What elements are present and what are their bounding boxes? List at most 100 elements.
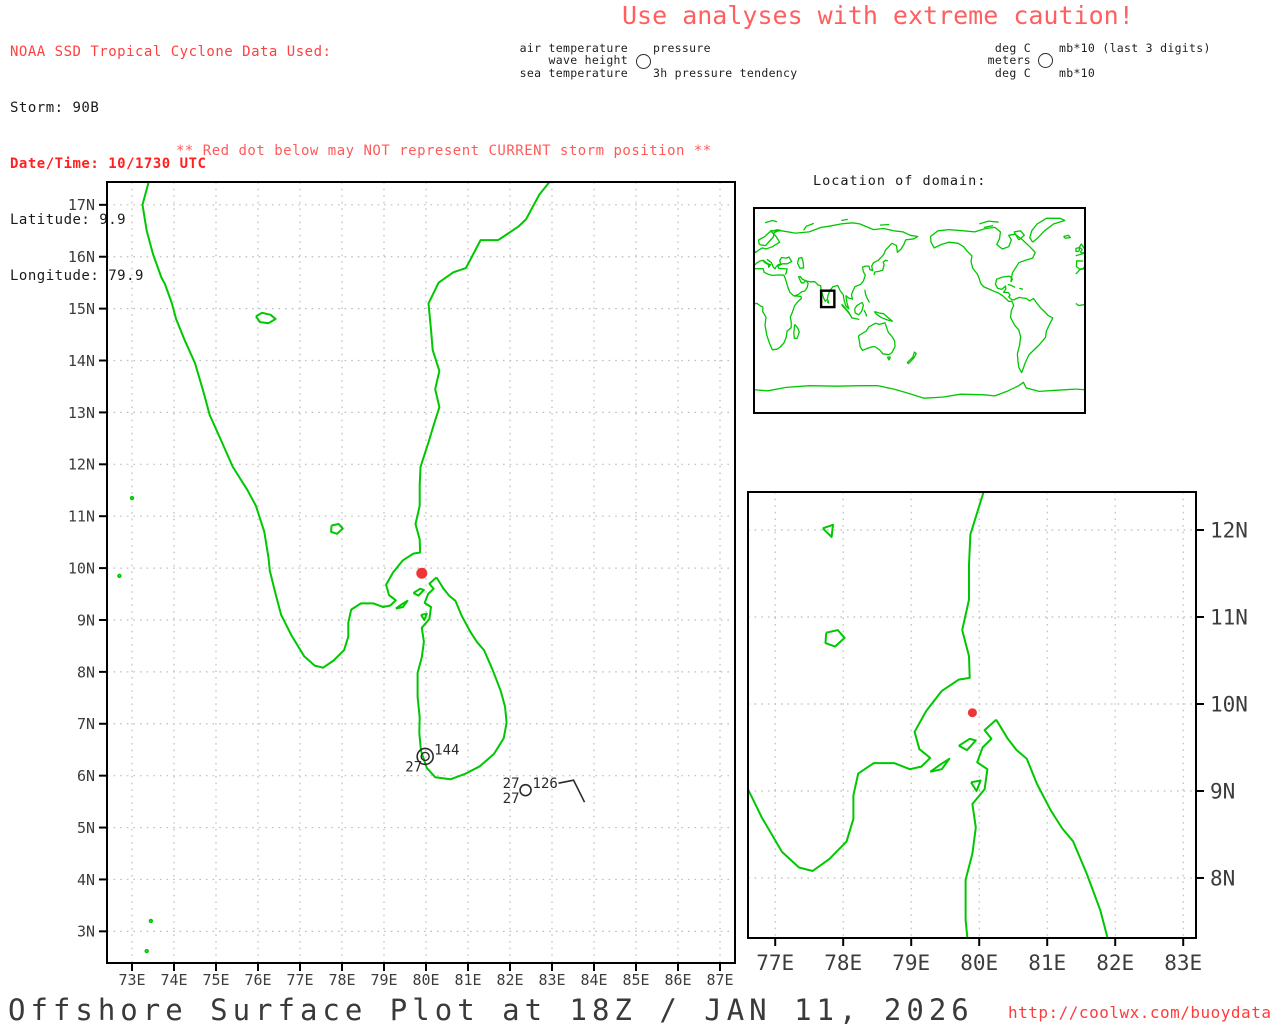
coastline [864,310,867,317]
coastline [1019,288,1023,289]
map-frame [754,208,1085,413]
storm-info-header: NOAA SSD Tropical Cyclone Data Used: [10,43,331,61]
storm-position-warning: ** Red dot below may NOT represent CURRE… [176,143,712,159]
coastline [1098,257,1123,275]
coastline [930,759,949,772]
y-tick-label: 3N [77,923,95,941]
coastline [745,223,918,309]
y-tick-label: 10N [68,559,95,577]
coastline [767,257,792,275]
x-tick-label: 76E [244,971,271,989]
y-tick-label: 12N [1210,519,1248,543]
coastline [396,601,408,609]
coastline [794,324,800,338]
caution-banner: Use analyses with extreme caution! [622,1,1134,30]
x-tick-label: 79E [370,971,397,989]
coastline [865,290,870,303]
legend-unit-pressure: mb*10 (last 3 digits) [1059,41,1211,55]
coastline [1238,352,1247,363]
coastline [1090,230,1112,246]
legend-unit-wave: meters [880,53,1031,67]
y-tick-label: 6N [77,767,95,785]
y-tick-label: 8N [1210,867,1235,891]
coastline [826,630,845,647]
coastline [331,524,343,534]
coastline [418,577,507,779]
x-tick-label: 81E [1028,951,1066,975]
wind-barb [559,780,585,802]
y-tick-label: 14N [68,352,95,370]
y-tick-label: 16N [68,248,95,266]
islet-speck [131,497,134,500]
coastline [1205,312,1223,322]
coastline [887,357,890,360]
coastline [966,720,1110,1024]
buoydata-link[interactable]: http://coolwx.com/buoydata [1008,1003,1271,1022]
coastline [256,313,276,323]
y-tick-label: 15N [68,300,95,318]
coastline [798,258,804,269]
coastline [1076,223,1249,309]
station-plot: 2727126 [503,776,585,807]
coastline [841,219,848,220]
coastline [745,260,770,269]
coastline [1196,290,1201,303]
station-circle-icon [1038,53,1053,68]
zoom-map: 77E78E79E80E81E82E83E12N11N10N9N8N [700,480,1280,1005]
x-tick-label: 74E [160,971,187,989]
legend-pressure: pressure [653,41,711,55]
station-value: 27 [503,791,520,807]
y-tick-label: 11N [1210,606,1248,630]
x-tick-label: 83E [538,971,565,989]
x-tick-label: 83E [1164,951,1202,975]
coastline [1135,223,1145,230]
coastline [1182,318,1190,320]
coastline [1014,231,1024,240]
coastline [804,223,814,230]
coastline [1129,258,1135,269]
legend-wave-height: wave height [428,53,628,67]
x-tick-label: 84E [580,971,607,989]
x-tick-label: 85E [622,971,649,989]
y-tick-label: 13N [68,404,95,422]
station-value: 27 [503,776,520,792]
coastline [874,312,892,322]
x-tick-label: 77E [286,971,313,989]
legend-unit-tendency: mb*10 [1059,66,1095,80]
coastline [959,739,976,750]
legend-sea-temperature: sea temperature [428,66,628,80]
x-tick-label: 78E [824,951,862,975]
coastline [1125,324,1131,338]
storm-position-dot [416,568,427,579]
y-tick-label: 7N [77,715,95,733]
plot-title: Offshore Surface Plot at 18Z / JAN 11, 2… [8,993,974,1024]
x-tick-label: 79E [892,951,930,975]
coastline [1262,227,1280,372]
coastline [931,227,1053,372]
coastline [1173,304,1183,317]
station-value: 27 [405,759,422,775]
coastline [1172,219,1179,220]
coastline [765,221,777,223]
coastline [1030,218,1065,242]
coastline [880,225,889,226]
y-tick-label: 5N [77,819,95,837]
x-tick-label: 82E [1096,951,1134,975]
station-circle-icon [636,54,651,69]
coastline [828,300,829,303]
coastline [1189,323,1226,355]
islet-speck [145,950,148,953]
x-tick-label: 86E [664,971,691,989]
y-tick-label: 8N [77,663,95,681]
y-tick-label: 4N [77,871,95,889]
coastline [1159,300,1160,303]
legend-pressure-tendency: 3h pressure tendency [653,66,797,80]
islet-speck [118,575,121,578]
coastline [1076,260,1101,269]
x-tick-label: 78E [328,971,355,989]
legend-unit-sea: deg C [880,66,1031,80]
y-tick-label: 11N [68,508,95,526]
coastline [1064,235,1070,238]
coastline [413,589,424,596]
coastline [979,221,998,224]
